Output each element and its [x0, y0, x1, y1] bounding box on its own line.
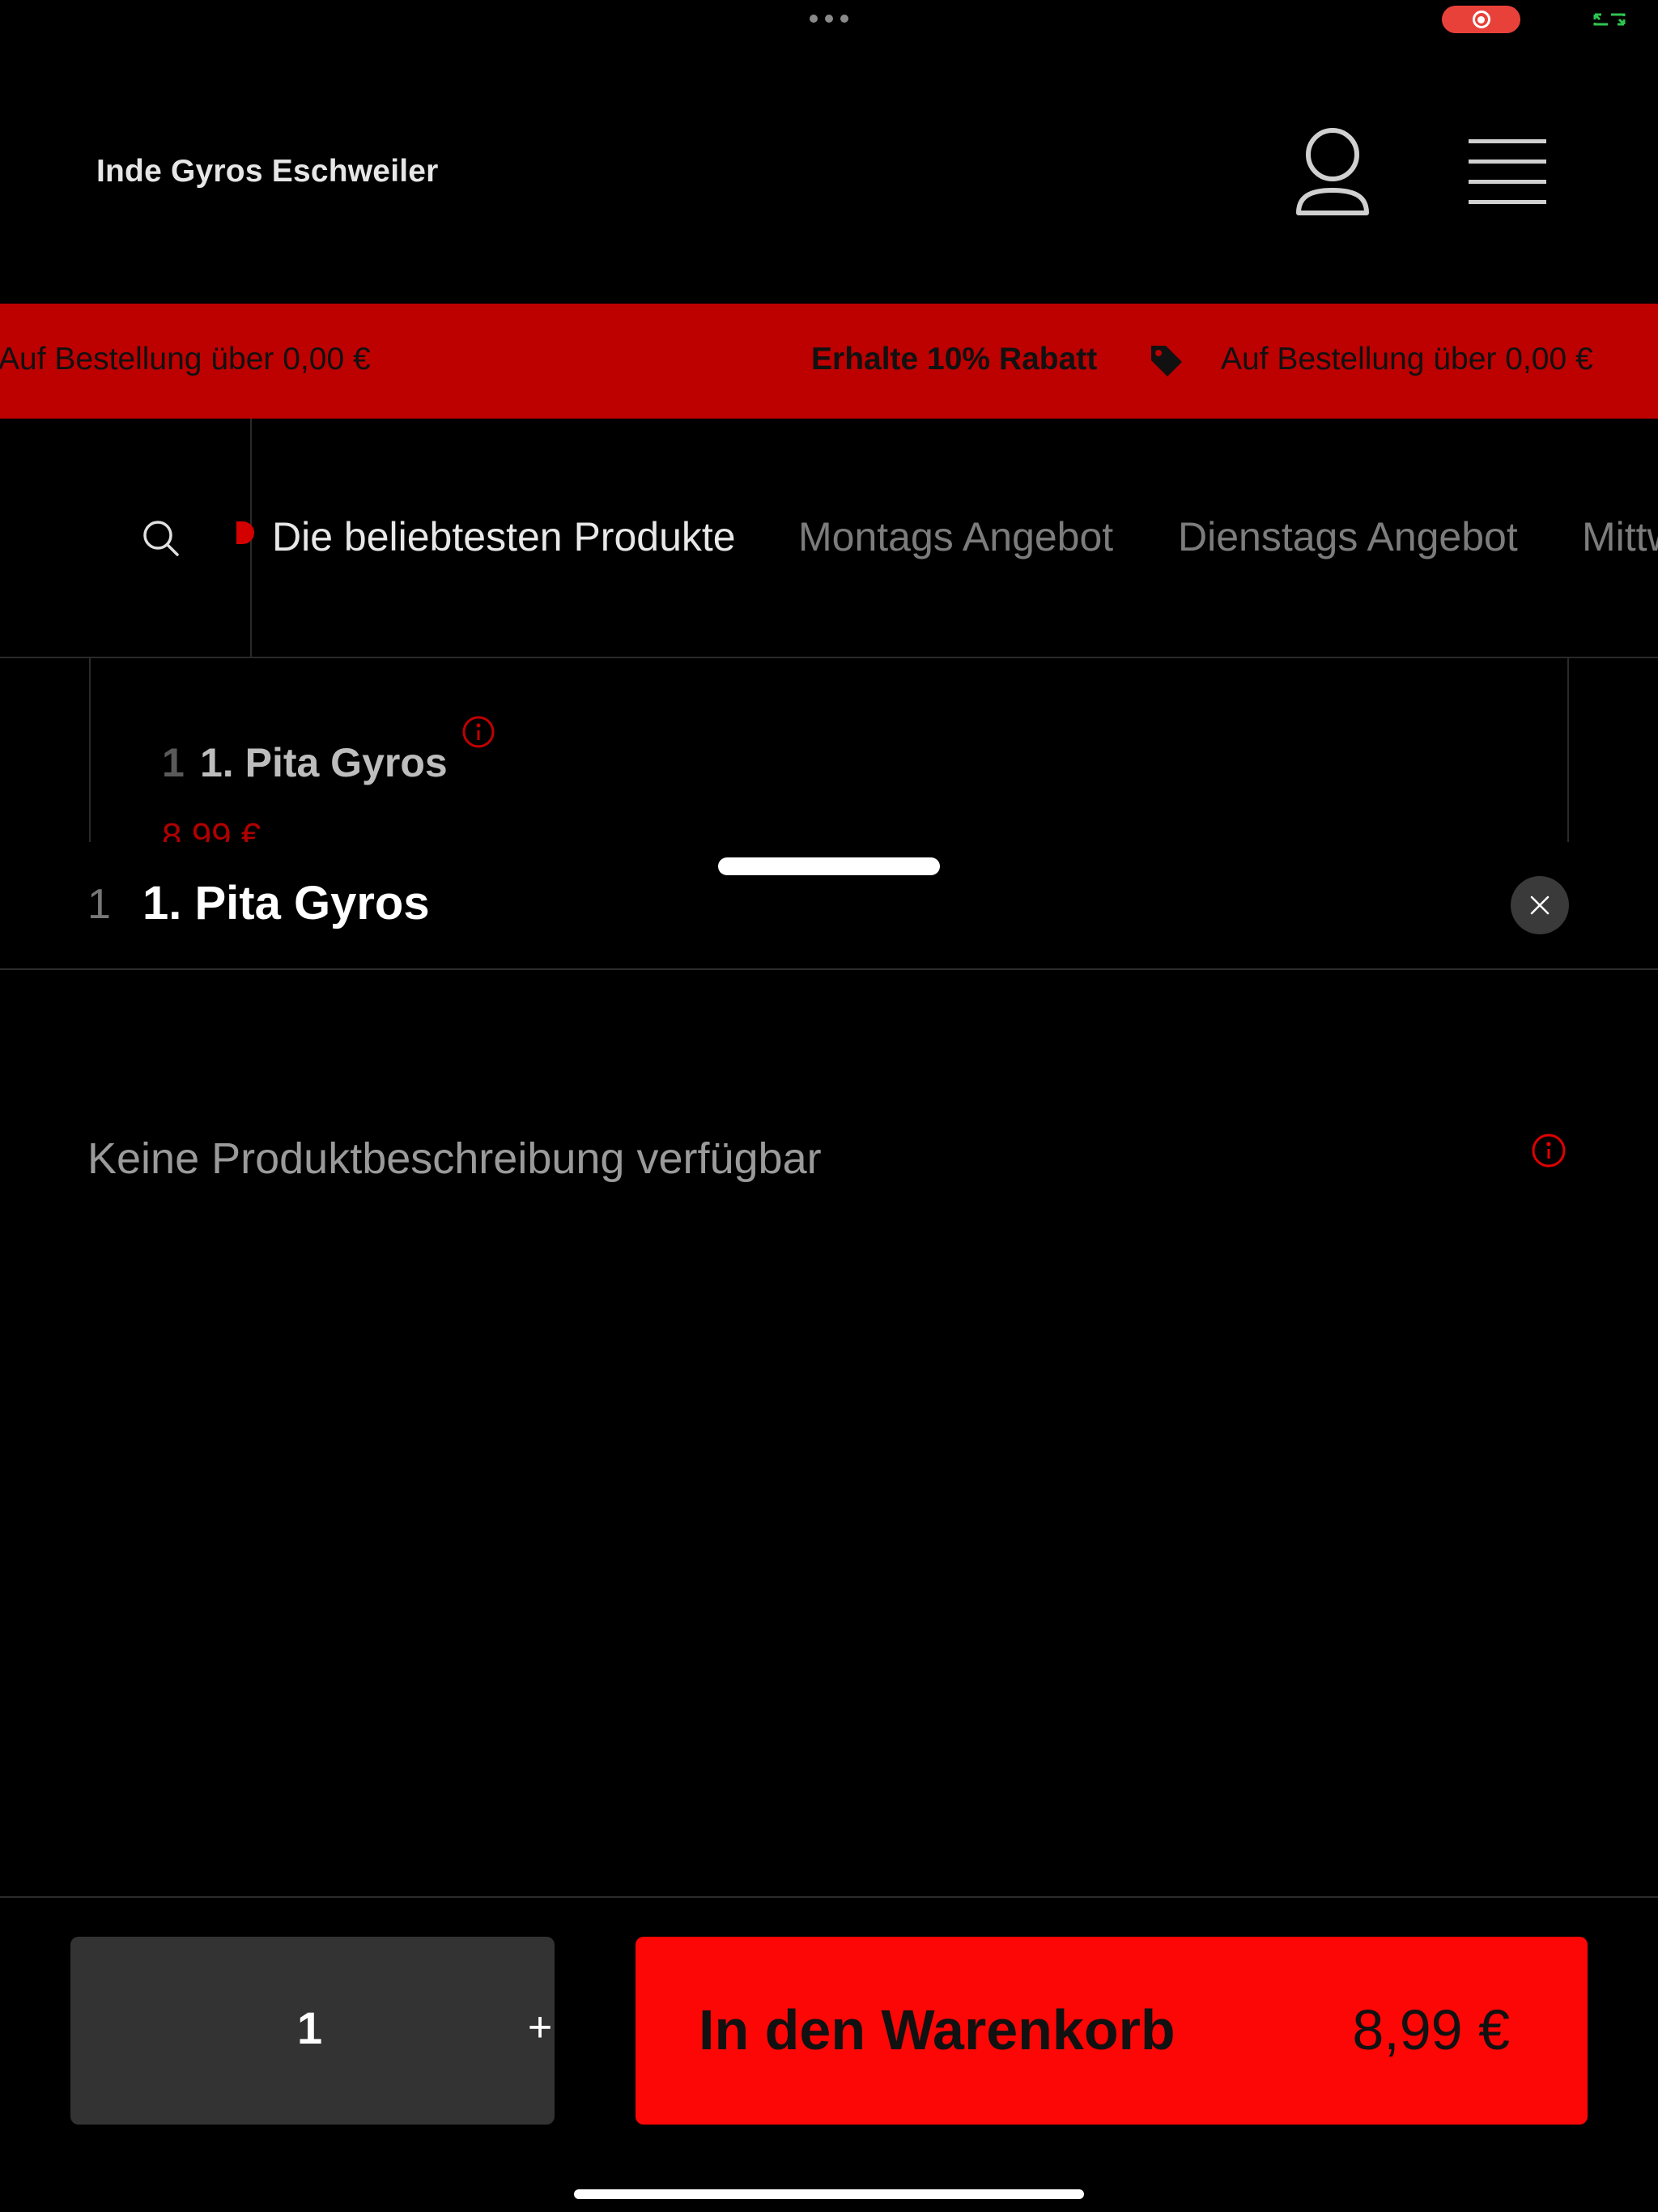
info-icon[interactable] — [461, 715, 495, 749]
product-number: 1 — [162, 740, 185, 785]
promo-text: Auf Bestellung über 0,00 € — [1221, 342, 1593, 376]
promo-banner: Auf Bestellung über 0,00 € Erhalte 10% R… — [0, 304, 1658, 419]
quantity-stepper[interactable]: 1 + — [70, 1937, 555, 2125]
tab-mittwochs-angebot[interactable]: Mittw — [1582, 513, 1658, 560]
screen-recording-indicator[interactable] — [1442, 6, 1520, 33]
add-to-cart-button[interactable]: In den Warenkorb 8,99 € — [636, 1937, 1588, 2125]
record-icon — [1472, 11, 1490, 28]
add-to-cart-label: In den Warenkorb — [699, 1998, 1175, 2061]
user-icon[interactable] — [1292, 125, 1373, 219]
quantity-value: 1 — [297, 2002, 323, 2053]
cart-price: 8,99 € — [1352, 1998, 1510, 2061]
search-button[interactable] — [0, 419, 252, 657]
info-icon[interactable] — [1531, 1133, 1567, 1168]
product-title: 1. Pita Gyros — [142, 877, 430, 929]
product-card[interactable]: 1 1. Pita Gyros 8,99 € — [89, 658, 1569, 842]
product-description: Keine Produktbeschreibung verfügbar — [87, 1134, 822, 1183]
product-price: 8,99 € — [162, 816, 261, 842]
multitasking-dots-icon[interactable] — [810, 13, 848, 24]
promo-text: Auf Bestellung über 0,00 € — [0, 342, 371, 376]
close-icon — [1530, 895, 1550, 915]
promo-discount-text: Erhalte 10% Rabatt — [811, 342, 1098, 376]
tab-dienstags-angebot[interactable]: Dienstags Angebot — [1178, 513, 1518, 560]
price-tag-icon — [1151, 346, 1182, 376]
product-number: 1 — [87, 881, 111, 928]
hamburger-menu-icon[interactable] — [1467, 136, 1548, 207]
tab-montags-angebot[interactable]: Montags Angebot — [798, 513, 1113, 560]
plus-icon: + — [527, 2004, 553, 2051]
store-name[interactable]: Inde Gyros Eschweiler — [96, 154, 439, 189]
tab-die-beliebtesten-produkte[interactable]: Die beliebtesten Produkte — [272, 513, 736, 560]
screen-mirroring-icon — [1593, 13, 1626, 26]
category-nav: Die beliebtesten Produkte Montags Angebo… — [0, 419, 1658, 658]
increase-quantity-button[interactable]: + — [508, 1995, 572, 2060]
home-indicator[interactable] — [574, 2189, 1084, 2199]
close-button[interactable] — [1511, 876, 1569, 934]
sheet-header: 1 1. Pita Gyros — [0, 842, 1658, 970]
product-name: 1. Pita Gyros — [200, 740, 448, 785]
order-bar: 1 + In den Warenkorb 8,99 € — [0, 1896, 1658, 2212]
search-icon — [143, 521, 179, 556]
